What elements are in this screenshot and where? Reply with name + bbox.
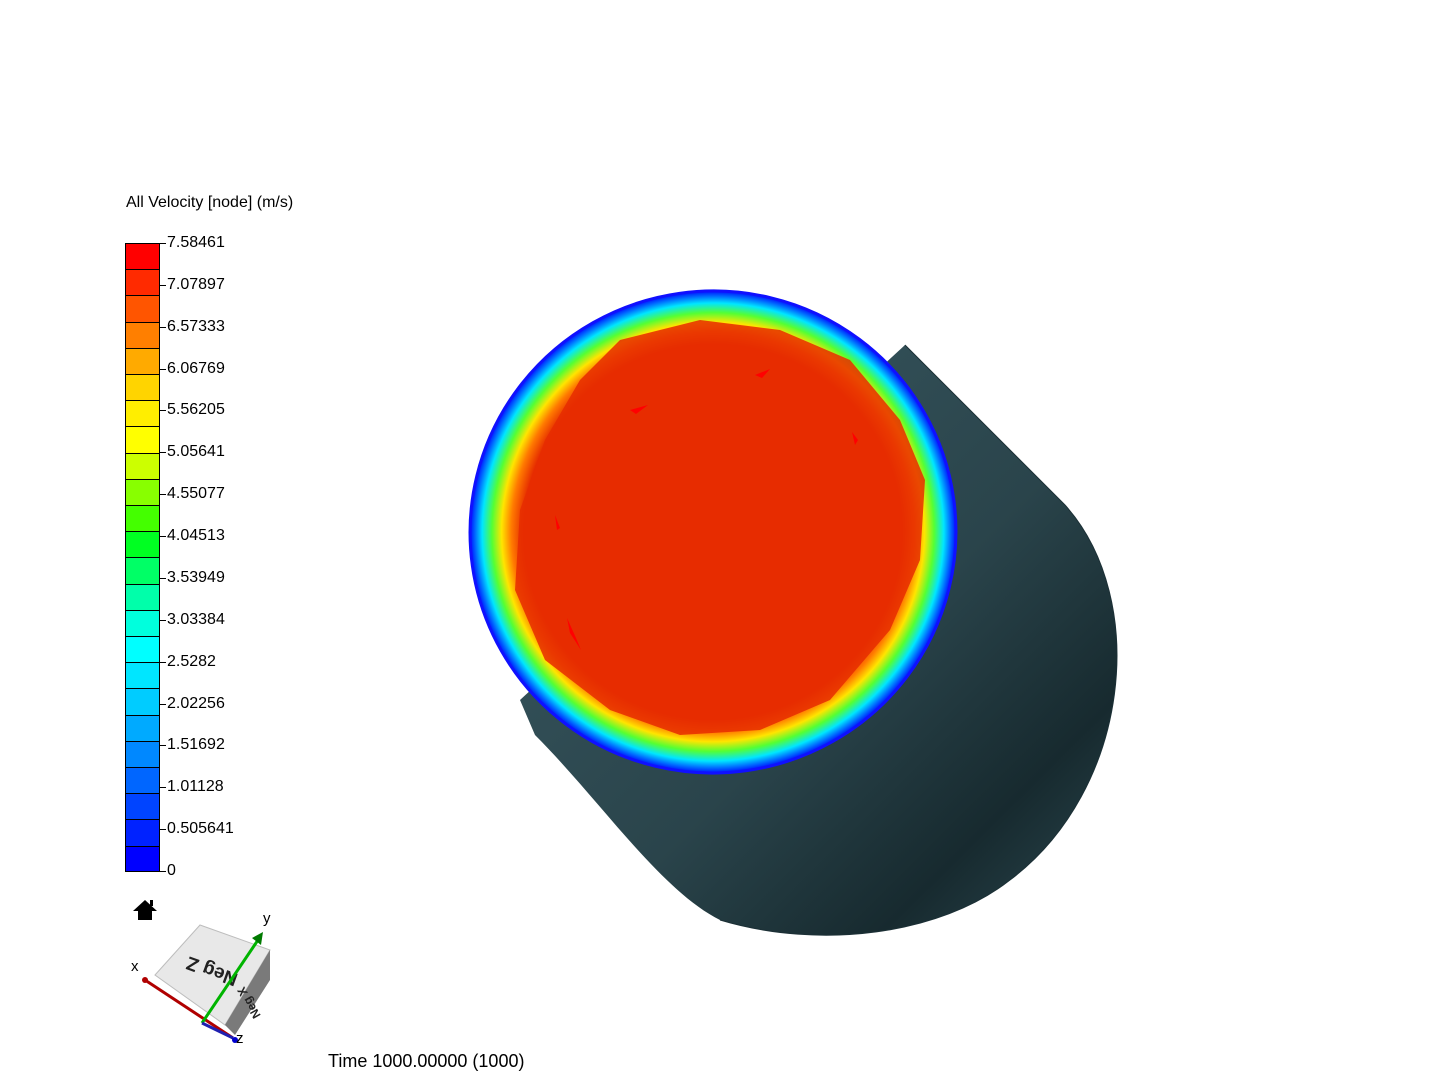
legend-swatch bbox=[126, 532, 159, 559]
legend-label: 4.04513 bbox=[167, 527, 225, 545]
x-axis-label: x bbox=[131, 958, 139, 975]
legend-swatch bbox=[126, 768, 159, 795]
legend-swatch bbox=[126, 794, 159, 821]
legend-label: 2.02256 bbox=[167, 694, 225, 712]
legend-tick bbox=[160, 243, 166, 244]
legend-label: 2.5282 bbox=[167, 652, 216, 670]
y-axis-label: y bbox=[263, 910, 271, 927]
legend-tick bbox=[160, 494, 166, 496]
legend-swatch bbox=[126, 401, 159, 428]
legend-tick bbox=[160, 368, 166, 370]
legend-swatch bbox=[126, 479, 159, 507]
legend-swatch bbox=[126, 584, 159, 611]
legend-swatch bbox=[126, 375, 159, 402]
legend-swatch bbox=[126, 348, 159, 376]
legend-tick bbox=[160, 452, 166, 454]
legend-label: 1.01128 bbox=[167, 778, 224, 796]
legend-label: 6.57333 bbox=[167, 317, 225, 335]
legend-tick bbox=[160, 829, 166, 831]
legend-tick bbox=[160, 745, 166, 747]
legend-label: 5.05641 bbox=[167, 443, 225, 461]
legend-label: 3.53949 bbox=[167, 568, 225, 586]
orientation-axes-widget[interactable]: Neg Z Neg X x y z bbox=[120, 905, 290, 1055]
legend-label: 4.55077 bbox=[167, 485, 225, 503]
legend-tick bbox=[160, 536, 166, 538]
orientation-cube[interactable]: Neg Z Neg X bbox=[154, 924, 271, 1035]
legend-label: 0.505641 bbox=[167, 820, 234, 838]
legend-swatch bbox=[126, 715, 159, 742]
legend-label: 3.03384 bbox=[167, 610, 225, 628]
legend-swatch bbox=[126, 558, 159, 585]
legend-tick bbox=[160, 661, 166, 663]
legend-label: 7.58461 bbox=[167, 234, 225, 251]
legend-swatch bbox=[126, 427, 159, 454]
z-axis-label: z bbox=[236, 1030, 244, 1047]
legend-label: 1.51692 bbox=[167, 736, 225, 754]
legend-swatch bbox=[126, 244, 159, 271]
legend-swatch bbox=[126, 270, 159, 297]
legend-tick bbox=[160, 787, 166, 789]
legend-tick bbox=[160, 577, 166, 579]
legend-swatch bbox=[126, 637, 159, 664]
legend-swatch bbox=[126, 610, 159, 638]
legend-tick bbox=[160, 619, 166, 621]
legend-label: 6.06769 bbox=[167, 359, 225, 377]
legend-swatch bbox=[126, 506, 159, 533]
legend-label: 0 bbox=[167, 862, 176, 879]
legend-title: All Velocity [node] (m/s) bbox=[126, 194, 294, 211]
legend-label: 5.56205 bbox=[167, 401, 225, 419]
legend-swatch bbox=[126, 689, 159, 716]
legend-tick bbox=[160, 326, 166, 328]
legend-swatch bbox=[126, 741, 159, 769]
legend-swatch bbox=[126, 820, 159, 847]
legend-color-bar bbox=[125, 243, 160, 872]
legend-tick bbox=[160, 703, 166, 705]
time-readout: Time 1000.00000 (1000) bbox=[328, 1051, 525, 1071]
legend-label: 7.07897 bbox=[167, 275, 225, 293]
legend-tick bbox=[160, 871, 166, 872]
legend-swatch bbox=[126, 322, 159, 349]
legend-swatch bbox=[126, 663, 159, 690]
legend-tick bbox=[160, 410, 166, 412]
legend-swatch bbox=[126, 846, 159, 871]
legend-swatch bbox=[126, 453, 159, 480]
legend-tick bbox=[160, 284, 166, 286]
legend-swatch bbox=[126, 296, 159, 323]
